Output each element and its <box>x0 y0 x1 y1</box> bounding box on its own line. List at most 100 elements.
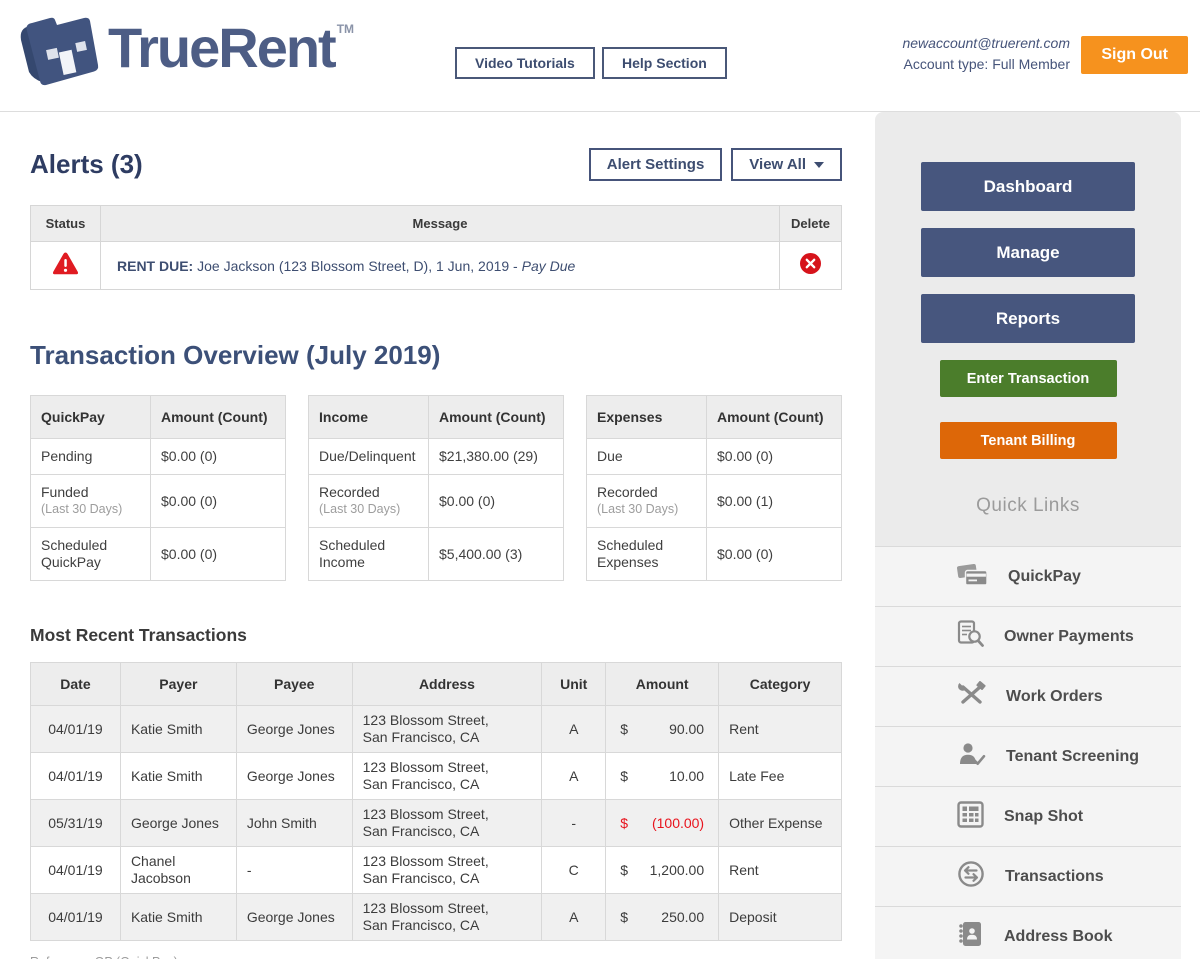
cell-payee: John Smith <box>235 799 353 847</box>
pay-due-link[interactable]: Pay Due <box>522 258 576 274</box>
account-email: newaccount@truerent.com <box>902 35 1070 51</box>
quickpay-summary-table: QuickPay Amount (Count) Pending $0.00 (0… <box>30 395 286 581</box>
col-date: Date <box>30 662 121 706</box>
quick-link-label: Work Orders <box>1006 687 1103 705</box>
quick-link-address-book[interactable]: Address Book <box>875 906 1181 959</box>
credit-card-icon <box>957 562 988 592</box>
row-sublabel: (Last 30 Days) <box>319 502 401 516</box>
row-value: $0.00 (0) <box>428 474 564 528</box>
help-section-button[interactable]: Help Section <box>602 47 727 79</box>
cell-category: Deposit <box>718 893 842 941</box>
recent-transactions-table: Date Payer Payee Address Unit Amount Cat… <box>30 662 842 941</box>
transaction-overview-title: Transaction Overview (July 2019) <box>30 340 441 370</box>
transactions-header-row: Date Payer Payee Address Unit Amount Cat… <box>30 662 842 706</box>
col-unit: Unit <box>541 662 607 706</box>
sidebar-item-reports[interactable]: Reports <box>921 294 1135 343</box>
alerts-title: Alerts (3) <box>30 149 143 179</box>
row-label: Due <box>586 438 707 475</box>
quick-link-label: Address Book <box>1004 927 1113 945</box>
tools-icon <box>957 681 986 712</box>
video-tutorials-button[interactable]: Video Tutorials <box>455 47 595 79</box>
table-row: Recorded (Last 30 Days) $0.00 (1) <box>586 474 842 528</box>
income-summary-table: Income Amount (Count) Due/Delinquent $21… <box>308 395 564 581</box>
cell-category: Rent <box>718 846 842 894</box>
sign-out-button[interactable]: Sign Out <box>1081 36 1188 74</box>
sidebar-item-dashboard[interactable]: Dashboard <box>921 162 1135 211</box>
view-all-dropdown[interactable]: View All <box>731 148 842 181</box>
quick-link-quickpay[interactable]: QuickPay <box>875 546 1181 606</box>
grid-icon <box>957 800 984 833</box>
quick-link-tenant-screening[interactable]: Tenant Screening <box>875 726 1181 786</box>
cell-unit: A <box>541 893 607 941</box>
alert-row: RENT DUE: Joe Jackson (123 Blossom Stree… <box>30 241 842 290</box>
row-label: Due/Delinquent <box>308 438 429 475</box>
quick-link-transactions[interactable]: Transactions <box>875 846 1181 906</box>
row-label: Funded (Last 30 Days) <box>30 474 151 528</box>
cell-amount: $10.00 <box>605 752 720 800</box>
delete-alert-icon[interactable] <box>799 252 822 279</box>
col-address: Address <box>351 662 543 706</box>
expenses-header: Expenses <box>586 395 707 439</box>
expenses-amount-header: Amount (Count) <box>706 395 842 439</box>
row-value: $0.00 (0) <box>150 474 286 528</box>
cell-payee: George Jones <box>235 752 353 800</box>
cell-unit: C <box>541 846 607 894</box>
cell-payer: Chanel Jacobson <box>119 846 237 894</box>
quick-link-owner-payments[interactable]: Owner Payments <box>875 606 1181 666</box>
cell-amount: $250.00 <box>605 893 720 941</box>
quick-link-work-orders[interactable]: Work Orders <box>875 666 1181 726</box>
cell-amount: $90.00 <box>605 705 720 753</box>
transaction-row: 04/01/19 Katie Smith George Jones 123 Bl… <box>30 893 842 941</box>
quickpay-amount-header: Amount (Count) <box>150 395 286 439</box>
quickpay-header: QuickPay <box>30 395 151 439</box>
row-label: Scheduled Income <box>308 527 429 581</box>
row-value: $5,400.00 (3) <box>428 527 564 581</box>
address-book-icon <box>957 920 984 953</box>
document-search-icon <box>957 620 984 653</box>
col-status: Status <box>30 205 101 242</box>
col-message: Message <box>100 205 780 242</box>
app-header: TrueRent TM Video Tutorials Help Section… <box>0 0 1200 112</box>
quick-link-label: Snap Shot <box>1004 807 1084 825</box>
cell-unit: A <box>541 752 607 800</box>
cell-payer: Katie Smith <box>119 893 237 941</box>
main-column: Alerts (3) Alert Settings View All Statu… <box>0 112 875 959</box>
expenses-summary-table: Expenses Amount (Count) Due $0.00 (0) Re… <box>586 395 842 581</box>
cell-address: 123 Blossom Street, San Francisco, CA <box>351 752 543 800</box>
cell-address: 123 Blossom Street, San Francisco, CA <box>351 799 543 847</box>
alert-message-text: Joe Jackson (123 Blossom Street, D), 1 J… <box>193 257 522 274</box>
cell-payer: Katie Smith <box>119 705 237 753</box>
cell-date: 04/01/19 <box>30 893 121 941</box>
alerts-actions: Alert Settings View All <box>588 148 842 181</box>
quick-links-title: Quick Links <box>976 495 1080 516</box>
sidebar-item-manage[interactable]: Manage <box>921 228 1135 277</box>
row-label: Scheduled QuickPay <box>30 527 151 581</box>
cell-message: RENT DUE: Joe Jackson (123 Blossom Stree… <box>100 241 780 290</box>
folder-building-logo-icon <box>14 8 102 95</box>
cell-date: 05/31/19 <box>30 799 121 847</box>
cell-delete <box>779 241 842 290</box>
quick-link-snap-shot[interactable]: Snap Shot <box>875 786 1181 846</box>
recent-transactions-title: Most Recent Transactions <box>30 625 247 645</box>
col-category: Category <box>718 662 842 706</box>
account-info: newaccount@truerent.com Account type: Fu… <box>902 33 1070 75</box>
cell-amount: $1,200.00 <box>605 846 720 894</box>
tenant-billing-button[interactable]: Tenant Billing <box>939 422 1117 459</box>
cell-payee: - <box>235 846 353 894</box>
sidebar: Dashboard Manage Reports Enter Transacti… <box>875 112 1181 959</box>
truerent-logo[interactable]: TrueRent TM <box>14 8 354 95</box>
alert-settings-button[interactable]: Alert Settings <box>588 148 723 181</box>
cell-payer: Katie Smith <box>119 752 237 800</box>
col-amount: Amount <box>605 662 720 706</box>
quick-links-list: QuickPay Owner Payments Work Orders Tena… <box>875 546 1181 959</box>
quick-link-label: Owner Payments <box>1004 627 1134 645</box>
table-row: Due/Delinquent $21,380.00 (29) <box>308 438 564 475</box>
enter-transaction-button[interactable]: Enter Transaction <box>939 360 1117 397</box>
content-area: Alerts (3) Alert Settings View All Statu… <box>0 112 1200 959</box>
col-payer: Payer <box>119 662 237 706</box>
cell-address: 123 Blossom Street, San Francisco, CA <box>351 705 543 753</box>
quick-link-label: QuickPay <box>1008 567 1081 585</box>
cell-category: Rent <box>718 705 842 753</box>
alert-message-bold: RENT DUE: <box>117 257 194 274</box>
quick-link-label: Transactions <box>1005 867 1104 885</box>
